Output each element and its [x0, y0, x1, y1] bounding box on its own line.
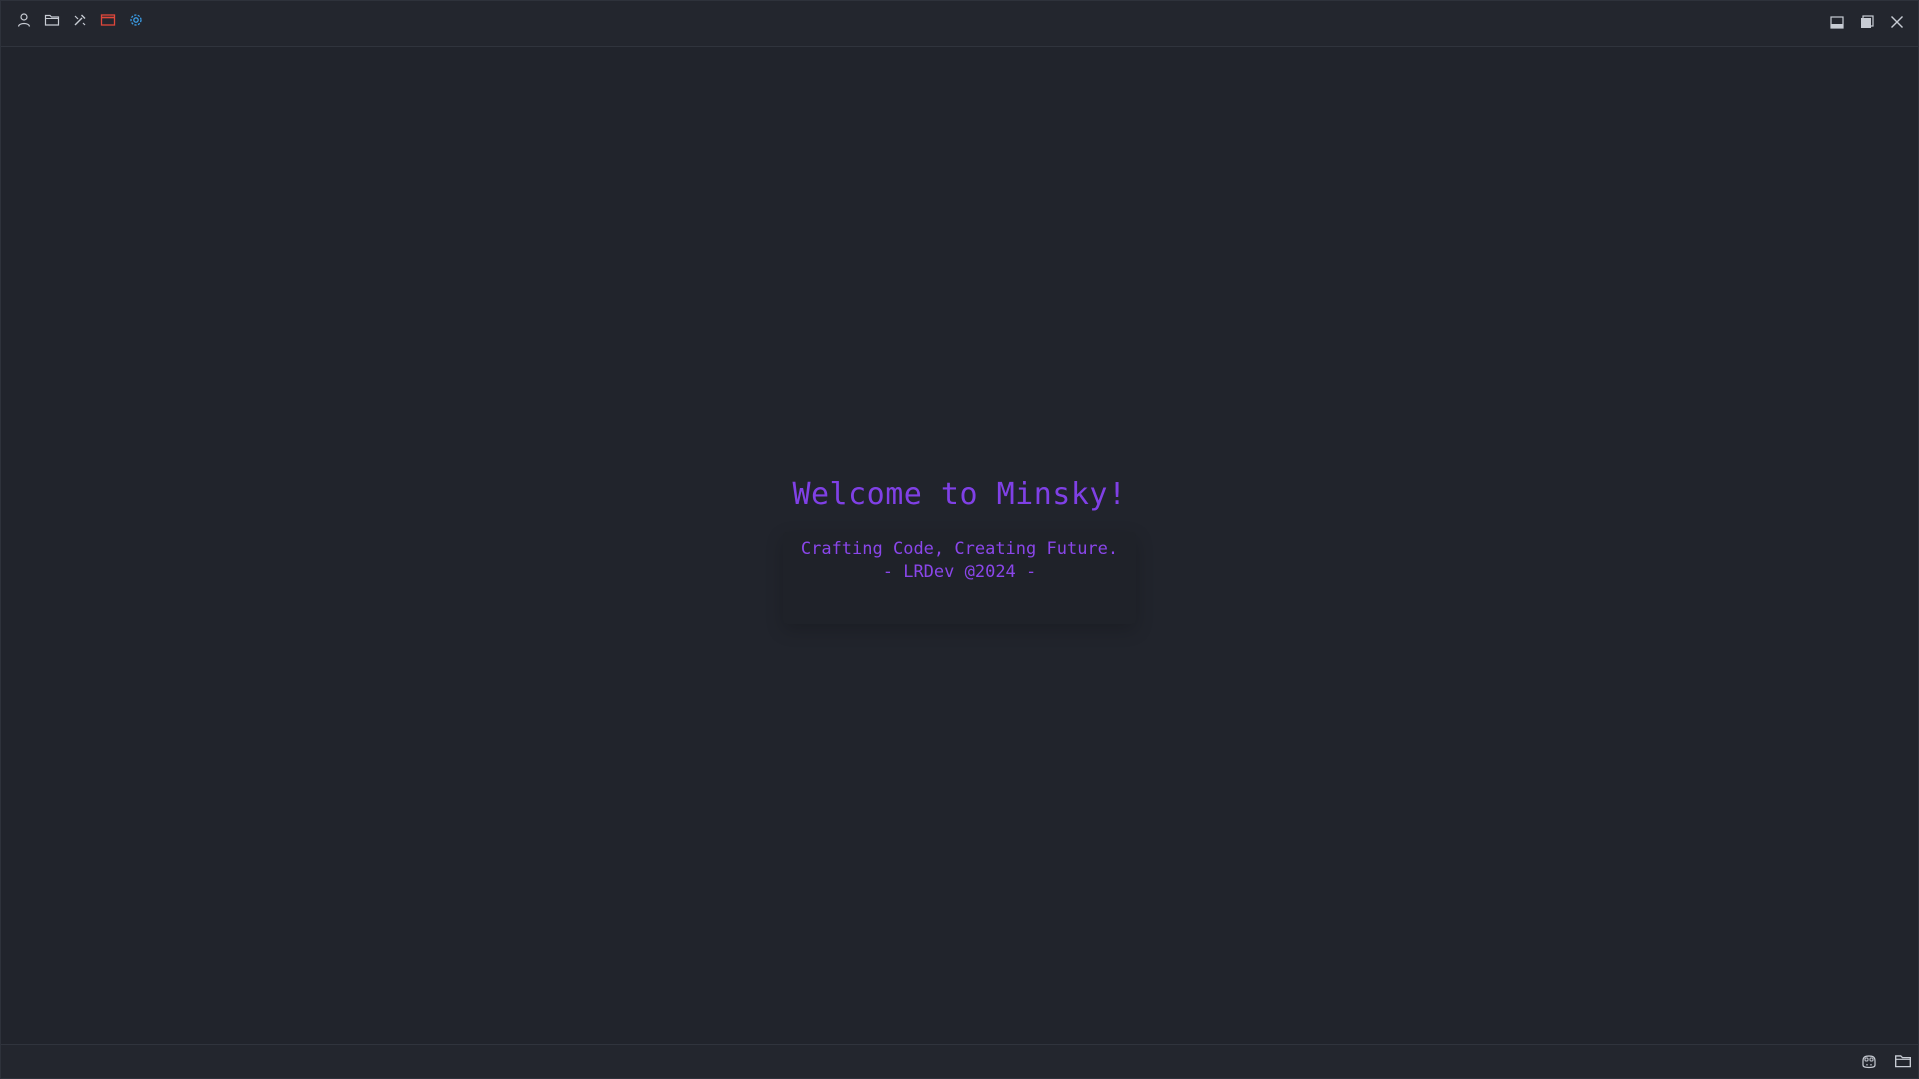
welcome-title: Welcome to Minsky!	[792, 477, 1127, 512]
folder-icon	[1895, 1055, 1911, 1068]
tools-button[interactable]	[71, 11, 89, 29]
window-icon	[100, 14, 116, 26]
open-folder-button[interactable]	[43, 11, 61, 29]
welcome-section: Welcome to Minsky! Crafting Code, Creati…	[1, 477, 1918, 624]
maximize-icon	[1861, 15, 1874, 28]
close-button[interactable]	[1888, 13, 1906, 31]
statusbar-right	[1860, 1052, 1912, 1070]
toolbar-left	[15, 11, 145, 29]
window-button[interactable]	[99, 11, 117, 29]
title-bar	[1, 1, 1918, 47]
folder-icon	[44, 14, 60, 26]
copilot-icon	[1862, 1055, 1876, 1069]
window-controls	[1828, 13, 1906, 31]
copilot-button[interactable]	[1860, 1052, 1878, 1070]
tools-icon	[74, 14, 86, 26]
app-window: Welcome to Minsky! Crafting Code, Creati…	[0, 0, 1919, 1079]
close-icon	[1891, 16, 1903, 28]
settings-icon	[130, 14, 142, 26]
welcome-signature: - LRDev @2024 -	[882, 562, 1037, 582]
minimize-button[interactable]	[1828, 13, 1846, 31]
maximize-button[interactable]	[1858, 13, 1876, 31]
user-button[interactable]	[15, 11, 33, 29]
welcome-tagline: Crafting Code, Creating Future.	[800, 539, 1119, 559]
status-bar	[1, 1044, 1918, 1078]
welcome-panel: Crafting Code, Creating Future. - LRDev …	[782, 532, 1137, 624]
main-content: Welcome to Minsky! Crafting Code, Creati…	[1, 47, 1918, 1045]
statusbar-folder-button[interactable]	[1894, 1052, 1912, 1070]
minimize-icon	[1830, 16, 1844, 29]
settings-button[interactable]	[127, 11, 145, 29]
user-icon	[17, 13, 31, 27]
